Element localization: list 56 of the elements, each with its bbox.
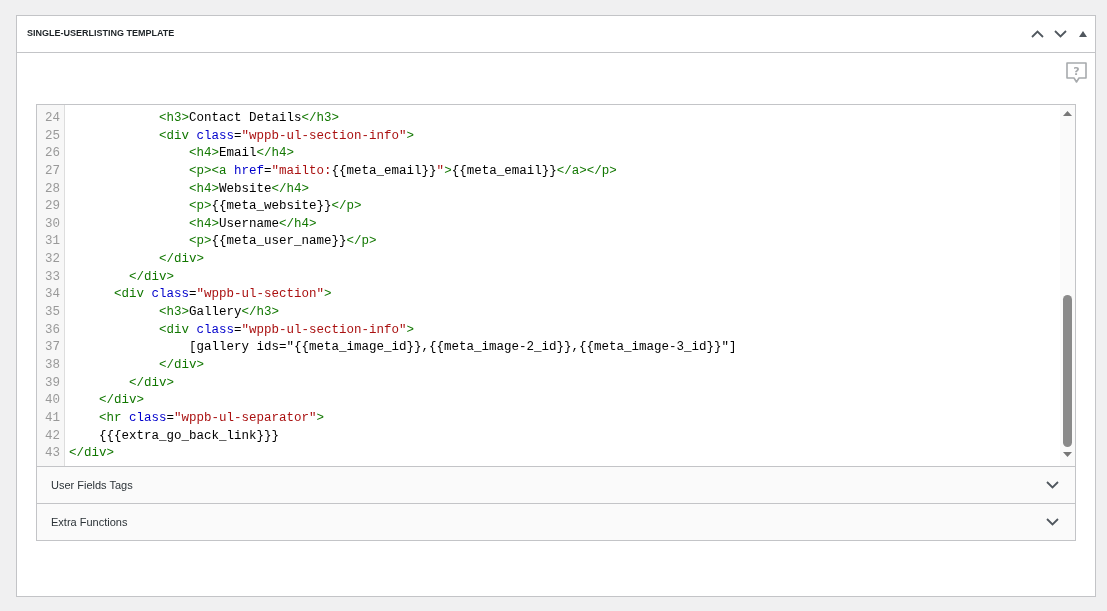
chevron-down-icon bbox=[1054, 30, 1067, 38]
code-line: </div> bbox=[98, 393, 144, 408]
line-number: 28 bbox=[45, 181, 60, 196]
code-line: <hr class="wppb-ul-separator"> bbox=[98, 410, 325, 425]
scroll-up-arrow-icon bbox=[1063, 111, 1072, 116]
move-up-button[interactable] bbox=[1031, 30, 1044, 38]
code-line: </div> bbox=[128, 269, 175, 284]
line-number: 32 bbox=[45, 252, 60, 267]
code-line: </div> bbox=[158, 252, 205, 267]
code-line: [gallery ids="{{meta_image_id}},{{meta_image-2_id}},{{meta_image-3_id}}"] bbox=[188, 340, 737, 355]
code-line: </div> bbox=[158, 357, 205, 372]
code-line: <div class="wppb-ul-section"> bbox=[113, 287, 332, 302]
accordion-header[interactable]: User Fields Tags bbox=[37, 466, 1075, 503]
line-number: 27 bbox=[45, 163, 60, 178]
line-number: 33 bbox=[45, 269, 60, 284]
line-number: 36 bbox=[45, 322, 60, 337]
code-editor[interactable] bbox=[37, 105, 1075, 466]
collapse-toggle-button[interactable] bbox=[1079, 31, 1087, 37]
line-number: 43 bbox=[45, 446, 60, 461]
code-line: {{{extra_go_back_link}}} bbox=[98, 428, 280, 443]
line-number: 41 bbox=[45, 410, 60, 425]
code-line: <p>{{meta_user_name}}</p> bbox=[188, 234, 377, 249]
code-line: <p>{{meta_website}}</p> bbox=[188, 199, 362, 214]
accordion-header[interactable]: Extra Functions bbox=[37, 503, 1075, 540]
line-number: 30 bbox=[45, 216, 60, 231]
code-line: </div> bbox=[69, 446, 114, 461]
line-number: 34 bbox=[45, 287, 60, 302]
scroll-down-arrow-icon bbox=[1063, 452, 1072, 457]
code-line: <h4>Email</h4> bbox=[188, 146, 295, 161]
code-line: <h3>Gallery</h3> bbox=[158, 305, 280, 320]
line-number: 40 bbox=[45, 393, 60, 408]
line-number: 29 bbox=[45, 199, 60, 214]
line-number: 35 bbox=[45, 305, 60, 320]
code-line: <h3>Contact Details</h3> bbox=[158, 111, 340, 125]
chevron-down-icon bbox=[1046, 481, 1059, 489]
triangle-up-icon bbox=[1079, 31, 1087, 37]
line-number: 31 bbox=[45, 234, 60, 249]
code-line: <h4>Website</h4> bbox=[188, 181, 310, 196]
panel-title: SINGLE-USERLISTING TEMPLATE bbox=[27, 27, 175, 41]
line-number: 25 bbox=[45, 128, 60, 143]
code-line: <div class="wppb-ul-section-info"> bbox=[158, 128, 415, 143]
chevron-down-icon bbox=[1046, 518, 1059, 526]
line-number: 42 bbox=[45, 428, 60, 443]
code-line: <h4>Username</h4> bbox=[188, 216, 317, 231]
move-down-button[interactable] bbox=[1054, 30, 1067, 38]
code-line: </div> bbox=[128, 375, 175, 390]
code-line: <p><a href="mailto:{{meta_email}}">{{meta_email}}</a></p> bbox=[188, 163, 617, 178]
scrollbar[interactable] bbox=[1060, 105, 1075, 466]
line-number: 26 bbox=[45, 146, 60, 161]
chevron-up-icon bbox=[1031, 30, 1044, 38]
code-line: <div class="wppb-ul-section-info"> bbox=[158, 322, 415, 337]
scrollbar-thumb[interactable] bbox=[1063, 295, 1072, 447]
line-number: 39 bbox=[45, 375, 60, 390]
line-number: 37 bbox=[45, 340, 60, 355]
line-number: 38 bbox=[45, 357, 60, 372]
line-number: 24 bbox=[45, 111, 60, 125]
